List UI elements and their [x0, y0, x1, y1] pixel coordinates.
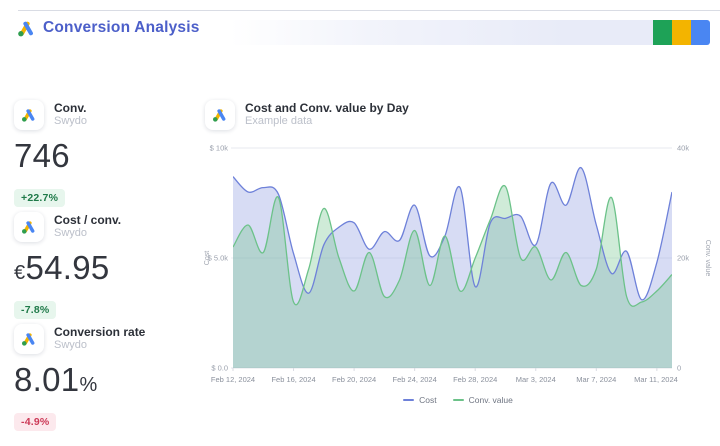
timeseries-chart: $ 0.0$ 5.0k$ 10k020k40kCostConv. valueFe…	[200, 140, 716, 392]
y-axis-left-tick: $ 10k	[210, 144, 229, 153]
x-axis-tick: Mar 3, 2024	[516, 375, 556, 384]
x-axis-tick: Feb 20, 2024	[332, 375, 376, 384]
kpi-title: Conv.	[54, 100, 87, 115]
kpi-source: Swydo	[54, 339, 145, 352]
y-axis-right-tick: 0	[677, 364, 681, 373]
page-title: Conversion Analysis	[43, 19, 200, 37]
x-axis-tick: Feb 12, 2024	[211, 375, 255, 384]
cost-legend-dash-icon	[403, 399, 414, 401]
kpi-value-number: 8.01	[14, 361, 79, 398]
conv-value-legend-dash-icon	[453, 399, 464, 401]
legend-item-conv-value[interactable]: Conv. value	[453, 395, 513, 405]
delta-badge: -7.8%	[14, 301, 56, 319]
kpi-title: Conversion rate	[54, 324, 145, 339]
kpi-card-conversions: Conv. Swydo 746 +22.7%	[14, 100, 194, 207]
chart-header: Cost and Conv. value by Day Example data	[205, 100, 409, 130]
kpi-value: 8.01%	[14, 361, 194, 404]
x-axis-tick: Mar 11, 2024	[634, 375, 678, 384]
kpi-card-conversion-rate: Conversion rate Swydo 8.01% -4.9%	[14, 324, 194, 431]
google-ads-icon	[14, 324, 44, 354]
blue-square	[691, 20, 710, 45]
kpi-value-suffix: %	[79, 374, 97, 396]
chart-subtitle: Example data	[245, 115, 409, 128]
chart-title: Cost and Conv. value by Day	[245, 100, 409, 115]
chart-widget: Cost and Conv. value by Day Example data…	[200, 100, 716, 430]
report-header: Conversion Analysis	[0, 11, 720, 57]
y-axis-right-title: Conv. value	[704, 240, 711, 277]
conversion-analysis-page: Conversion Analysis Conv. Swydo 746 +22.…	[0, 0, 720, 446]
x-axis-tick: Feb 28, 2024	[453, 375, 497, 384]
y-axis-right-tick: 20k	[677, 254, 689, 263]
legend-item-cost[interactable]: Cost	[403, 395, 436, 405]
kpi-value: 746	[14, 137, 194, 180]
y-axis-left-title: Cost	[204, 251, 211, 265]
legend-label: Conv. value	[469, 395, 513, 405]
green-square	[653, 20, 672, 45]
delta-badge: +22.7%	[14, 189, 65, 207]
kpi-value-prefix: €	[14, 262, 25, 284]
y-axis-right-tick: 40k	[677, 144, 689, 153]
y-axis-left-tick: $ 0.0	[211, 364, 228, 373]
kpi-value-number: 746	[14, 137, 70, 174]
kpi-source: Swydo	[54, 227, 121, 240]
kpi-source: Swydo	[54, 115, 87, 128]
delta-badge: -4.9%	[14, 413, 56, 431]
x-axis-tick: Feb 16, 2024	[271, 375, 315, 384]
brand-color-squares	[653, 20, 710, 45]
kpi-value-number: 54.95	[25, 249, 109, 286]
x-axis-tick: Mar 7, 2024	[576, 375, 616, 384]
google-ads-icon	[14, 212, 44, 242]
legend-label: Cost	[419, 395, 436, 405]
kpi-value: €54.95	[14, 249, 194, 292]
header-accent-bar	[230, 20, 710, 45]
google-ads-icon	[17, 19, 36, 38]
x-axis-tick: Feb 24, 2024	[393, 375, 437, 384]
yellow-square	[672, 20, 691, 45]
kpi-card-cost-per-conv: Cost / conv. Swydo €54.95 -7.8%	[14, 212, 194, 319]
kpi-title: Cost / conv.	[54, 212, 121, 227]
chart-legend: Cost Conv. value	[200, 395, 716, 405]
google-ads-icon	[14, 100, 44, 130]
google-ads-icon	[205, 100, 235, 130]
